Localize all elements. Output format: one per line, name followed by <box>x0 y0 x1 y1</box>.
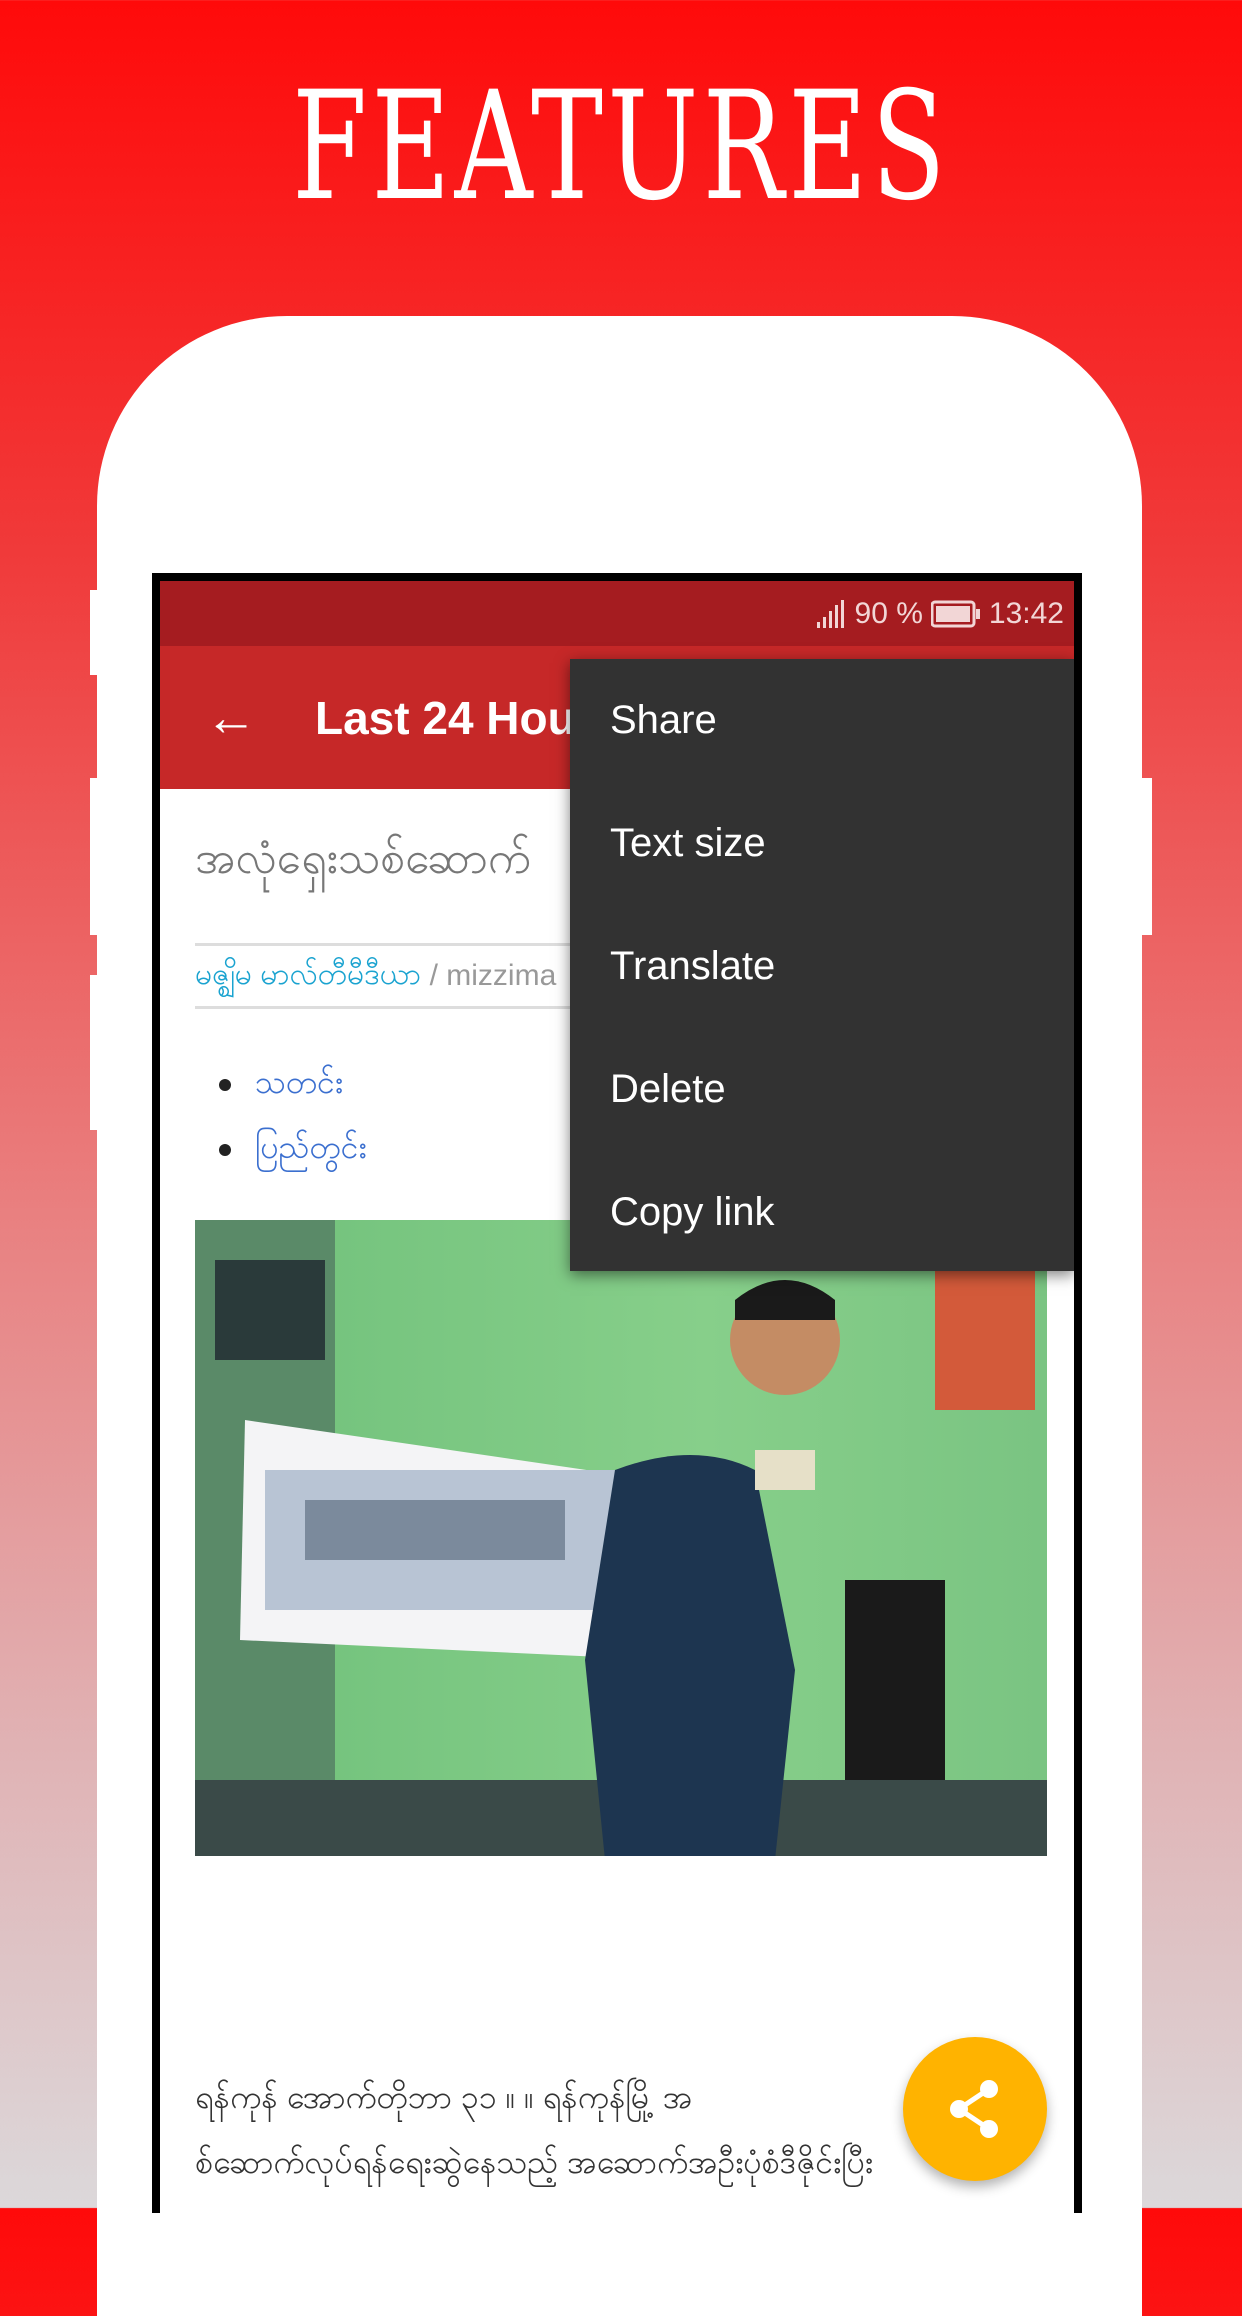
tag-link[interactable]: သတင်း <box>219 1061 343 1109</box>
photo-illustration <box>195 1220 1047 1856</box>
share-icon <box>950 2080 998 2138</box>
menu-item-share[interactable]: Share <box>570 659 1074 782</box>
share-fab-button[interactable] <box>903 2037 1047 2181</box>
article-source: မဇ္ဈိမ မာလ်တီမီဒီယာ / mizzima <box>195 943 595 1009</box>
article-headline: အလုံရှေးသစ်ဆောက် <box>195 834 531 883</box>
source-separator: / <box>421 959 447 992</box>
status-bar: 90 % 13:42 <box>160 581 1074 646</box>
source-site: mizzima <box>446 959 557 992</box>
phone-side-button <box>90 590 104 675</box>
phone-side-button <box>90 778 104 935</box>
phone-side-button <box>1138 778 1152 935</box>
menu-item-translate[interactable]: Translate <box>570 905 1074 1028</box>
phone-screen: 90 % 13:42 ← Last 24 Hours အလုံရှေးသစ်ဆေ… <box>152 573 1082 2213</box>
battery-percent: 90 % <box>854 596 923 630</box>
signal-icon <box>816 599 844 628</box>
menu-item-copy-link[interactable]: Copy link <box>570 1151 1074 1274</box>
source-name-link[interactable]: မဇ္ဈိမ မာလ်တီမီဒီယာ <box>195 954 421 999</box>
phone-side-button <box>90 975 104 1130</box>
overflow-menu: Share Text size Translate Delete Copy li… <box>570 659 1074 1271</box>
banner-title: FEATURES <box>292 60 950 234</box>
article-photo <box>195 1220 1047 1856</box>
clock: 13:42 <box>988 596 1064 630</box>
menu-item-text-size[interactable]: Text size <box>570 782 1074 905</box>
back-arrow-icon[interactable]: ← <box>205 688 265 748</box>
tag-link[interactable]: ပြည်တွင်း <box>219 1126 367 1174</box>
menu-item-delete[interactable]: Delete <box>570 1028 1074 1151</box>
battery-icon <box>930 600 980 627</box>
article-body-line: စ်ဆောက်လုပ်ရန်ရေးဆွဲနေသည့် အဆောက်အဦးပုံစ… <box>195 2144 873 2180</box>
article-body-line: ရန်ကုန် အောက်တိုဘာ ၃၁ ။ ။ ရန်ကုန်မြို့ အ <box>195 2079 693 2115</box>
